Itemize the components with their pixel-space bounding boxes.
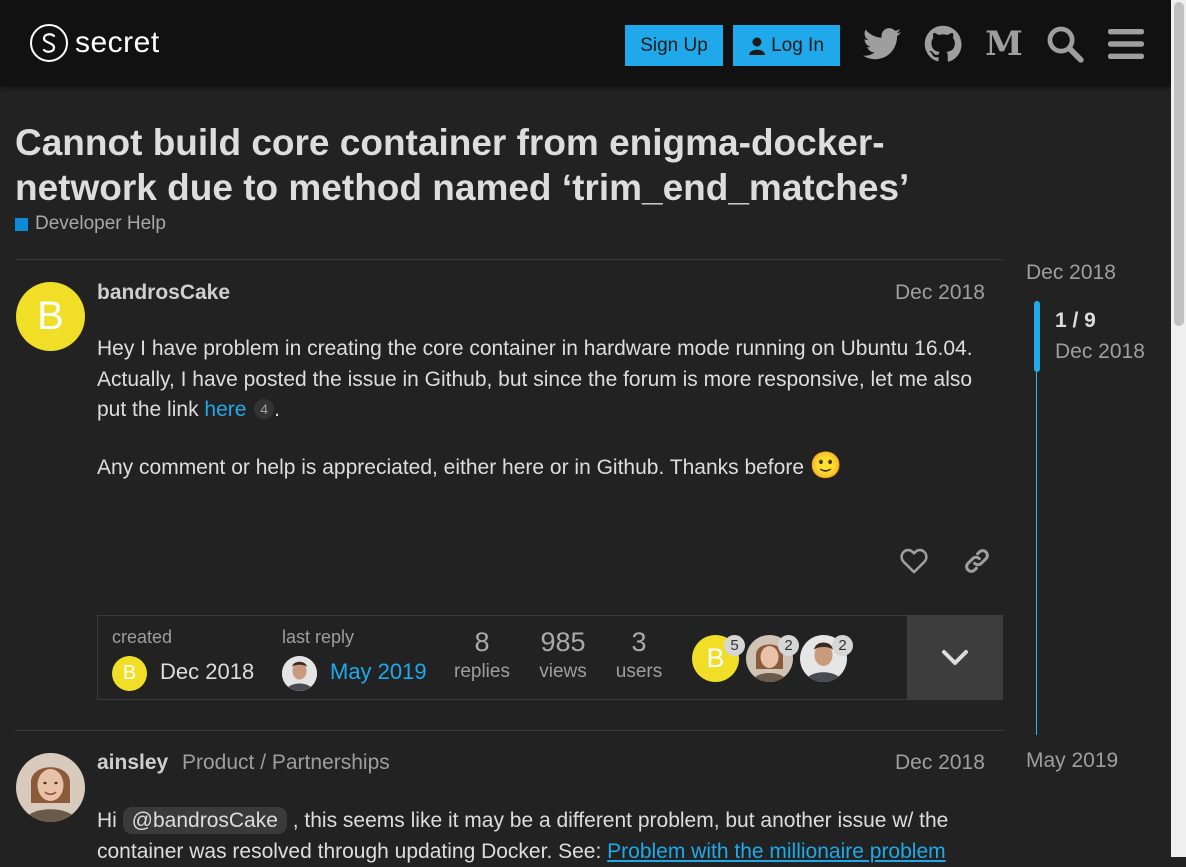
sign-up-button[interactable]: Sign Up [625,25,723,66]
site-header: secret Sign Up Log In M [0,0,1171,86]
category-color-square [15,217,28,231]
topic-title[interactable]: Cannot build core container from enigma-… [15,120,975,210]
category-badge[interactable]: Developer Help [15,213,166,235]
avatar-letter: B [37,294,64,338]
avatar-letter: B [122,662,137,684]
user-title: Product / Partnerships [182,751,390,774]
github-issue-link[interactable]: here [204,398,246,421]
views-count: 985 [540,627,586,657]
post-paragraph: Any comment or help is appreciated, eith… [97,450,997,484]
post-text: container was resolved through updating … [97,839,608,863]
timeline-position-date: Dec 2018 [1055,340,1145,363]
created-label: created [112,627,173,647]
link-click-count: 4 [254,399,275,419]
post-content: Hey I have problem in creating the core … [97,334,997,426]
timeline-end-date[interactable]: May 2019 [1026,749,1118,773]
created-avatar[interactable]: B [112,656,147,691]
created-date[interactable]: Dec 2018 [160,659,254,685]
hamburger-menu-icon[interactable] [1106,24,1146,64]
last-reply-label: last reply [282,627,355,647]
last-reply-date[interactable]: May 2019 [330,659,427,685]
post-username[interactable]: ainsley [97,751,168,775]
last-reply-avatar[interactable] [282,656,317,691]
divider [15,730,1003,731]
github-icon[interactable] [923,24,963,64]
timeline-position: 1 / 9 [1055,309,1096,332]
heart-icon [900,548,928,574]
timeline-handle[interactable] [1034,301,1040,372]
post-date[interactable]: Dec 2018 [895,281,985,305]
participant-post-count: 2 [832,635,853,656]
user-mention[interactable]: @bandrosCake [122,807,287,834]
post-username[interactable]: bandrosCake [97,281,230,305]
log-in-button[interactable]: Log In [733,25,840,66]
category-name: Developer Help [35,213,166,234]
post-text: Any comment or help is appreciated, eith… [97,456,804,479]
post-date[interactable]: Dec 2018 [895,751,985,775]
share-link-button[interactable] [961,545,993,577]
divider [15,259,1003,260]
secret-logo-icon [30,24,68,62]
participant-post-count: 5 [724,635,745,656]
log-in-label: Log In [771,34,824,56]
scrollbar-thumb[interactable] [1174,2,1184,326]
twitter-icon[interactable] [862,24,902,64]
users-label: users [615,661,663,682]
logo-text: secret [75,26,160,59]
timeline-start-date[interactable]: Dec 2018 [1026,261,1116,285]
like-button[interactable] [898,545,930,577]
related-topic-link[interactable]: Problem with the millionaire problem [607,840,945,863]
search-icon[interactable] [1045,24,1085,64]
link-icon [965,549,989,573]
users-count: 3 [631,627,647,657]
post-text: , this seems like it may be a different … [286,809,949,832]
post-content: Hi @bandrosCake , this seems like it may… [97,806,997,867]
user-icon [749,37,766,55]
avatar-letter: B [706,643,725,673]
chevron-down-icon [942,649,968,665]
slight-smile-emoji: 🙂 [809,450,843,480]
post-text-end: . [274,398,280,421]
medium-icon[interactable]: M [984,24,1024,64]
participant-post-count: 2 [778,635,799,656]
post-text: Hi [97,809,123,832]
replies-count: 8 [474,627,490,657]
views-label: views [539,661,587,682]
expand-topic-map-button[interactable] [907,615,1003,700]
replies-label: replies [454,661,510,682]
avatar[interactable] [16,753,85,822]
site-logo[interactable]: secret [29,23,160,63]
avatar[interactable]: B [16,282,85,351]
